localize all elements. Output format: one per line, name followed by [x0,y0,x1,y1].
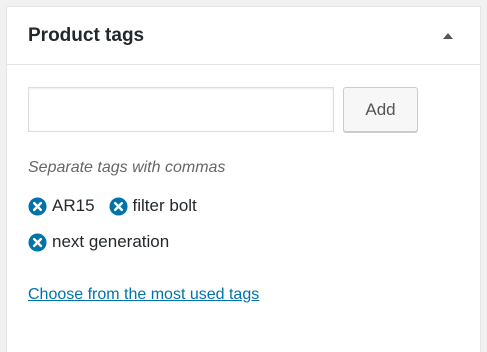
tag-item: next generation [28,232,169,252]
tag-label: AR15 [52,196,95,215]
tag-item: AR15 [28,196,95,216]
remove-circle-x-icon[interactable] [28,196,47,216]
triangle-up-icon [443,32,453,39]
tag-item: filter bolt [109,196,197,216]
new-tag-input[interactable] [28,87,334,132]
separate-tags-hint: Separate tags with commas [28,159,226,176]
collapse-toggle-button[interactable] [436,24,460,48]
tag-list: AR15 filter bolt next generation [28,196,328,268]
tag-label: filter bolt [132,196,197,215]
remove-circle-x-icon[interactable] [28,232,47,252]
panel-title: Product tags [28,24,145,46]
panel-header[interactable]: Product tags [7,7,480,65]
remove-circle-x-icon[interactable] [109,196,128,216]
product-tags-panel: Product tags Add Separate tags with comm… [6,6,481,352]
tag-label: next generation [52,232,170,251]
add-tag-button[interactable]: Add [343,87,418,132]
panel-body: Add Separate tags with commas AR15 filte… [7,65,480,304]
add-tag-row: Add [28,87,459,132]
most-used-tags-link[interactable]: Choose from the most used tags [28,286,259,304]
